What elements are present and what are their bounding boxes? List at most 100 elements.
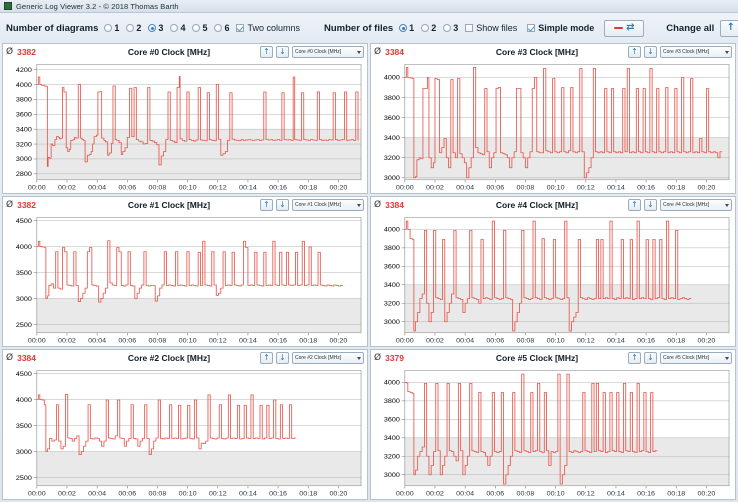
svg-text:00:00: 00:00 (28, 185, 46, 192)
series-select[interactable]: Core #0 Clock [MHz] (292, 46, 364, 58)
svg-text:3000: 3000 (384, 472, 400, 479)
chart-tools: ↑ ↓ Core #1 Clock [MHz] (260, 199, 364, 211)
radio-icon (126, 24, 135, 32)
svg-text:4000: 4000 (16, 244, 32, 251)
chevron-down-icon (357, 356, 361, 360)
chart-move-down-button[interactable]: ↓ (644, 352, 657, 364)
chart-move-up-button[interactable]: ↑ (260, 352, 273, 364)
svg-text:00:16: 00:16 (637, 185, 655, 192)
svg-text:00:14: 00:14 (607, 185, 625, 192)
diagrams-option-5[interactable]: 5 (192, 23, 207, 33)
svg-text:00:12: 00:12 (209, 491, 227, 498)
chart-plot[interactable]: 2800 3000 3200 3400 3600 3800 4000 4200 00:00 00:… (3, 60, 367, 193)
chart-move-up-button[interactable]: ↑ (628, 352, 641, 364)
chart-panel-header: Ø 3384 Core #3 Clock [MHz] ↑ ↓ Core #3 Clock … (371, 44, 735, 60)
chart-panel-core1: Ø 3382 Core #1 Clock [MHz] ↑ ↓ Core #1 Clock … (2, 196, 368, 347)
chart-plot[interactable]: 2500 3000 3500 4000 4500 00:00 00:02 00:04 00:06… (3, 213, 367, 346)
two-columns-checkbox[interactable]: Two columns (236, 23, 300, 33)
svg-text:3000: 3000 (16, 157, 32, 164)
diagrams-option-3[interactable]: 3 (148, 23, 163, 33)
svg-text:00:14: 00:14 (239, 338, 257, 345)
svg-text:00:02: 00:02 (426, 491, 444, 498)
svg-text:2500: 2500 (16, 475, 32, 482)
average-symbol-icon: Ø (6, 200, 14, 210)
charts-grid: Ø 3382 Core #0 Clock [MHz] ↑ ↓ Core #0 Clock … (2, 43, 736, 500)
chart-move-down-button[interactable]: ↓ (276, 199, 289, 211)
svg-text:00:02: 00:02 (426, 338, 444, 345)
svg-text:00:16: 00:16 (637, 338, 655, 345)
svg-text:00:16: 00:16 (269, 338, 287, 345)
series-select[interactable]: Core #2 Clock [MHz] (292, 352, 364, 364)
chart-panel-header: Ø 3384 Core #4 Clock [MHz] ↑ ↓ Core #4 Clock … (371, 197, 735, 213)
svg-text:00:10: 00:10 (179, 338, 197, 345)
change-all-up-button[interactable]: ↑ (720, 19, 738, 37)
two-columns-label: Two columns (247, 23, 301, 33)
svg-text:4500: 4500 (16, 371, 32, 378)
svg-text:3400: 3400 (16, 127, 32, 134)
number-of-diagrams-radio-group[interactable]: 1 2 3 4 5 6 (104, 23, 236, 33)
show-files-checkbox[interactable]: Show files (465, 23, 517, 33)
svg-text:00:20: 00:20 (329, 185, 347, 192)
checkbox-icon (236, 24, 245, 32)
change-all-label: Change all (666, 22, 715, 34)
series-select[interactable]: Core #4 Clock [MHz] (660, 199, 732, 211)
svg-text:00:04: 00:04 (88, 185, 106, 192)
svg-text:3600: 3600 (16, 112, 32, 119)
svg-text:3800: 3800 (384, 95, 400, 102)
chart-plot[interactable]: 3000 3200 3400 3600 3800 4000 00:00 00:02 00:04 0… (371, 60, 735, 193)
svg-text:00:18: 00:18 (299, 338, 317, 345)
svg-text:00:10: 00:10 (179, 185, 197, 192)
chart-move-up-button[interactable]: ↑ (260, 46, 273, 58)
chart-move-down-button[interactable]: ↓ (276, 352, 289, 364)
svg-text:00:00: 00:00 (28, 338, 46, 345)
svg-text:00:14: 00:14 (607, 491, 625, 498)
chart-panel-core4: Ø 3384 Core #4 Clock [MHz] ↑ ↓ Core #4 Clock … (370, 196, 736, 347)
chart-panel-core2: Ø 3384 Core #2 Clock [MHz] ↑ ↓ Core #2 Clock … (2, 349, 368, 500)
series-select[interactable]: Core #3 Clock [MHz] (660, 46, 732, 58)
files-option-3[interactable]: 3 (443, 23, 458, 33)
diagrams-option-2[interactable]: 2 (126, 23, 141, 33)
series-select[interactable]: Core #5 Clock [MHz] (660, 352, 732, 364)
average-symbol-icon: Ø (6, 353, 14, 363)
title-bar: Generic Log Viewer 3.2 - © 2018 Thomas B… (0, 0, 738, 13)
simple-mode-checkbox[interactable]: Simple mode (527, 23, 594, 33)
remove-reload-button[interactable]: ⇄ (604, 19, 645, 37)
show-files-label: Show files (476, 23, 518, 33)
chart-plot[interactable]: 2500 3000 3500 4000 4500 00:00 00:02 00:04 00:06… (3, 366, 367, 499)
chart-move-up-button[interactable]: ↑ (260, 199, 273, 211)
svg-text:00:06: 00:06 (486, 491, 504, 498)
chevron-down-icon (725, 356, 729, 360)
chart-move-up-button[interactable]: ↑ (628, 199, 641, 211)
chart-move-down-button[interactable]: ↓ (644, 46, 657, 58)
chart-title: Core #2 Clock [MHz] (127, 353, 211, 363)
chart-move-down-button[interactable]: ↓ (644, 199, 657, 211)
svg-text:00:06: 00:06 (118, 491, 136, 498)
app-window: Generic Log Viewer 3.2 - © 2018 Thomas B… (0, 0, 738, 502)
chevron-down-icon (725, 203, 729, 207)
svg-text:3500: 3500 (16, 423, 32, 430)
svg-text:00:08: 00:08 (517, 185, 535, 192)
diagrams-option-4[interactable]: 4 (170, 23, 185, 33)
svg-text:00:12: 00:12 (577, 185, 595, 192)
chart-move-down-button[interactable]: ↓ (276, 46, 289, 58)
files-option-2[interactable]: 2 (421, 23, 436, 33)
number-of-files-radio-group[interactable]: 1 2 3 (399, 23, 465, 33)
svg-text:3400: 3400 (384, 435, 400, 442)
diagrams-option-1-label: 1 (114, 23, 120, 33)
radio-icon (170, 24, 179, 32)
chart-move-up-button[interactable]: ↑ (628, 46, 641, 58)
svg-text:00:16: 00:16 (637, 491, 655, 498)
svg-text:3800: 3800 (16, 97, 32, 104)
svg-text:00:02: 00:02 (58, 185, 76, 192)
series-select[interactable]: Core #1 Clock [MHz] (292, 199, 364, 211)
svg-text:00:18: 00:18 (299, 491, 317, 498)
chart-plot[interactable]: 3000 3200 3400 3600 3800 4000 00:00 00:02 00:04 0… (371, 366, 735, 499)
average-readout: Ø 3384 (374, 47, 446, 57)
svg-text:00:12: 00:12 (577, 338, 595, 345)
svg-text:4200: 4200 (16, 67, 32, 74)
files-option-1[interactable]: 1 (399, 23, 414, 33)
diagrams-option-6[interactable]: 6 (214, 23, 229, 33)
chart-plot[interactable]: 3000 3200 3400 3600 3800 4000 00:00 00:02 00:04 0… (371, 213, 735, 346)
svg-text:00:08: 00:08 (149, 491, 167, 498)
diagrams-option-1[interactable]: 1 (104, 23, 119, 33)
